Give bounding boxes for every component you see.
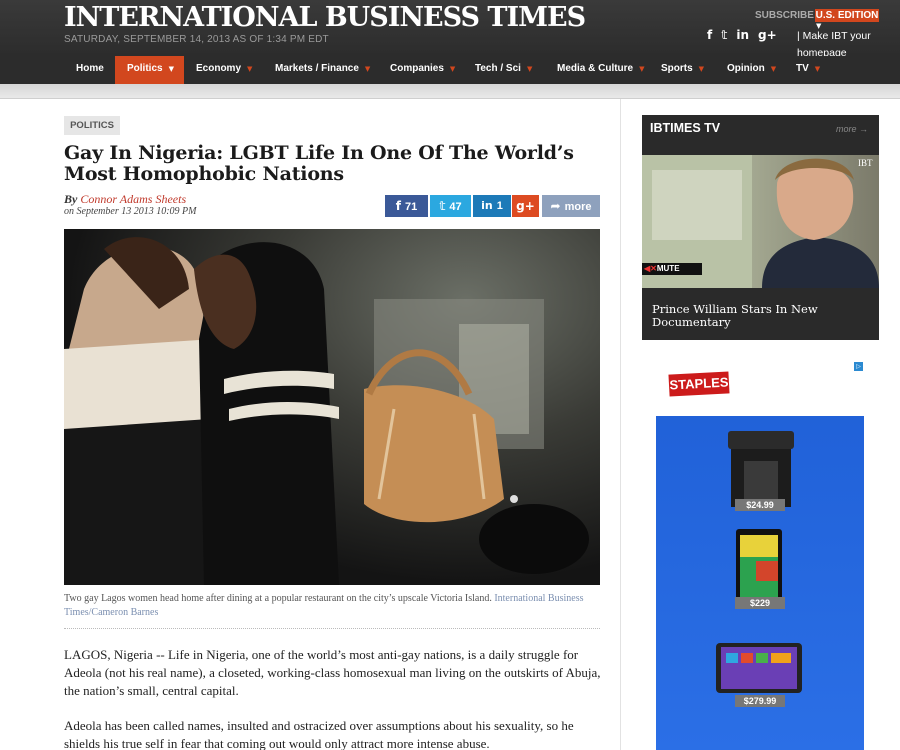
chevron-down-icon: ▼ [526,65,533,73]
chevron-down-icon: ▼ [364,65,371,73]
staples-ad[interactable]: STAPLES that was easy. ◀ ▶ ▷ $24.99 $229… [656,361,864,750]
sidebar-divider [620,99,621,750]
twitter-count: 47 [449,201,462,213]
twitter-icon[interactable]: 𝕥 [721,28,727,42]
nav-item-media-culture[interactable]: Media & Culture ▼ [557,56,645,84]
tv-video-player[interactable]: IBT ◀✕MUTE [642,155,879,288]
nav-item-tech-sci[interactable]: Tech / Sci ▼ [475,56,532,84]
googleplus-icon: g+ [516,199,535,213]
chevron-down-icon: ▼ [639,65,645,73]
nav-item-companies[interactable]: Companies ▼ [390,56,455,84]
chevron-down-icon: ▼ [247,65,253,73]
more-share-label: more [564,201,592,213]
edition-selector[interactable]: U.S. EDITION [815,9,879,22]
chevron-down-icon: ▼ [770,65,777,73]
tv-more-link[interactable]: more → [836,124,868,134]
subscribe-link[interactable]: SUBSCRIBE [755,10,814,21]
chevron-down-icon: ▼ [168,65,174,73]
caption-divider [64,628,600,629]
ad-products [716,431,802,693]
tv-widget-title: IBTIMES TV [650,121,721,135]
product-price: $24.99 [735,499,785,511]
social-links: f 𝕥 in g+ [707,28,777,42]
publish-date: on September 13 2013 10:09 PM [64,206,197,217]
masthead: INTERNATIONAL BUSINESS TIMES SATURDAY, S… [0,0,900,59]
product-price: $229 [735,597,785,609]
linkedin-count: 1 [496,200,503,212]
nav-item-home[interactable]: Home [76,56,104,84]
twitter-share-button[interactable]: 𝕥 47 [430,195,471,217]
facebook-share-button[interactable]: f 71 [385,195,428,217]
linkedin-icon[interactable]: in [736,28,749,42]
twitter-icon: 𝕥 [439,199,446,213]
chevron-down-icon: ▼ [698,65,705,73]
linkedin-share-button[interactable]: in 1 [473,195,511,217]
photo-caption: Two gay Lagos women head home after dini… [64,592,600,620]
chevron-down-icon: ▼ [814,65,821,73]
speaker-muted-icon: ◀✕ [644,264,657,273]
nav-item-economy[interactable]: Economy ▼ [196,56,252,84]
more-share-button[interactable]: ➦ more [542,195,600,217]
site-logo[interactable]: INTERNATIONAL BUSINESS TIMES [64,2,586,33]
nav-item-tv[interactable]: TV ▼ [796,56,820,84]
article-paragraph: Adeola has been called names, insulted a… [64,718,574,750]
tv-video-title[interactable]: Prince William Stars In New Documentary [652,303,872,329]
photo-illustration [64,237,589,585]
share-icon: ➦ [550,199,561,213]
article-headline: Gay In Nigeria: LGBT Life In One Of The … [64,142,574,185]
chevron-down-icon: ▼ [449,65,456,73]
dateline: SATURDAY, SEPTEMBER 14, 2013 AS OF 1:34 … [64,34,329,45]
product-price: $279.99 [735,695,785,707]
caption-text: Two gay Lagos women head home after dini… [64,593,492,604]
googleplus-share-button[interactable]: g+ [512,195,539,217]
section-tag[interactable]: POLITICS [64,116,120,135]
nav-item-sports[interactable]: Sports ▼ [661,56,704,84]
tv-badge: IBT [858,158,873,168]
facebook-icon[interactable]: f [707,28,712,42]
linkedin-icon: in [481,199,493,212]
nav-item-opinion[interactable]: Opinion ▼ [727,56,776,84]
article-paragraph: LAGOS, Nigeria -- Life in Nigeria, one o… [64,647,601,698]
article-photo [64,229,600,585]
main-nav: Home Politics ▼ Economy ▼ Markets / Financ… [0,56,900,84]
author-link[interactable]: Connor Adams Sheets [80,192,186,206]
nav-item-markets-finance[interactable]: Markets / Finance ▼ [275,56,370,84]
byline: By Connor Adams Sheets [64,192,186,207]
facebook-count: 71 [404,201,418,213]
facebook-icon: f [395,199,401,213]
googleplus-icon[interactable]: g+ [758,28,777,42]
byline-prefix: By [64,192,78,206]
nav-divider [0,84,900,99]
nav-item-politics[interactable]: Politics ▼ [115,56,184,84]
mute-button[interactable]: ◀✕MUTE [644,264,680,273]
